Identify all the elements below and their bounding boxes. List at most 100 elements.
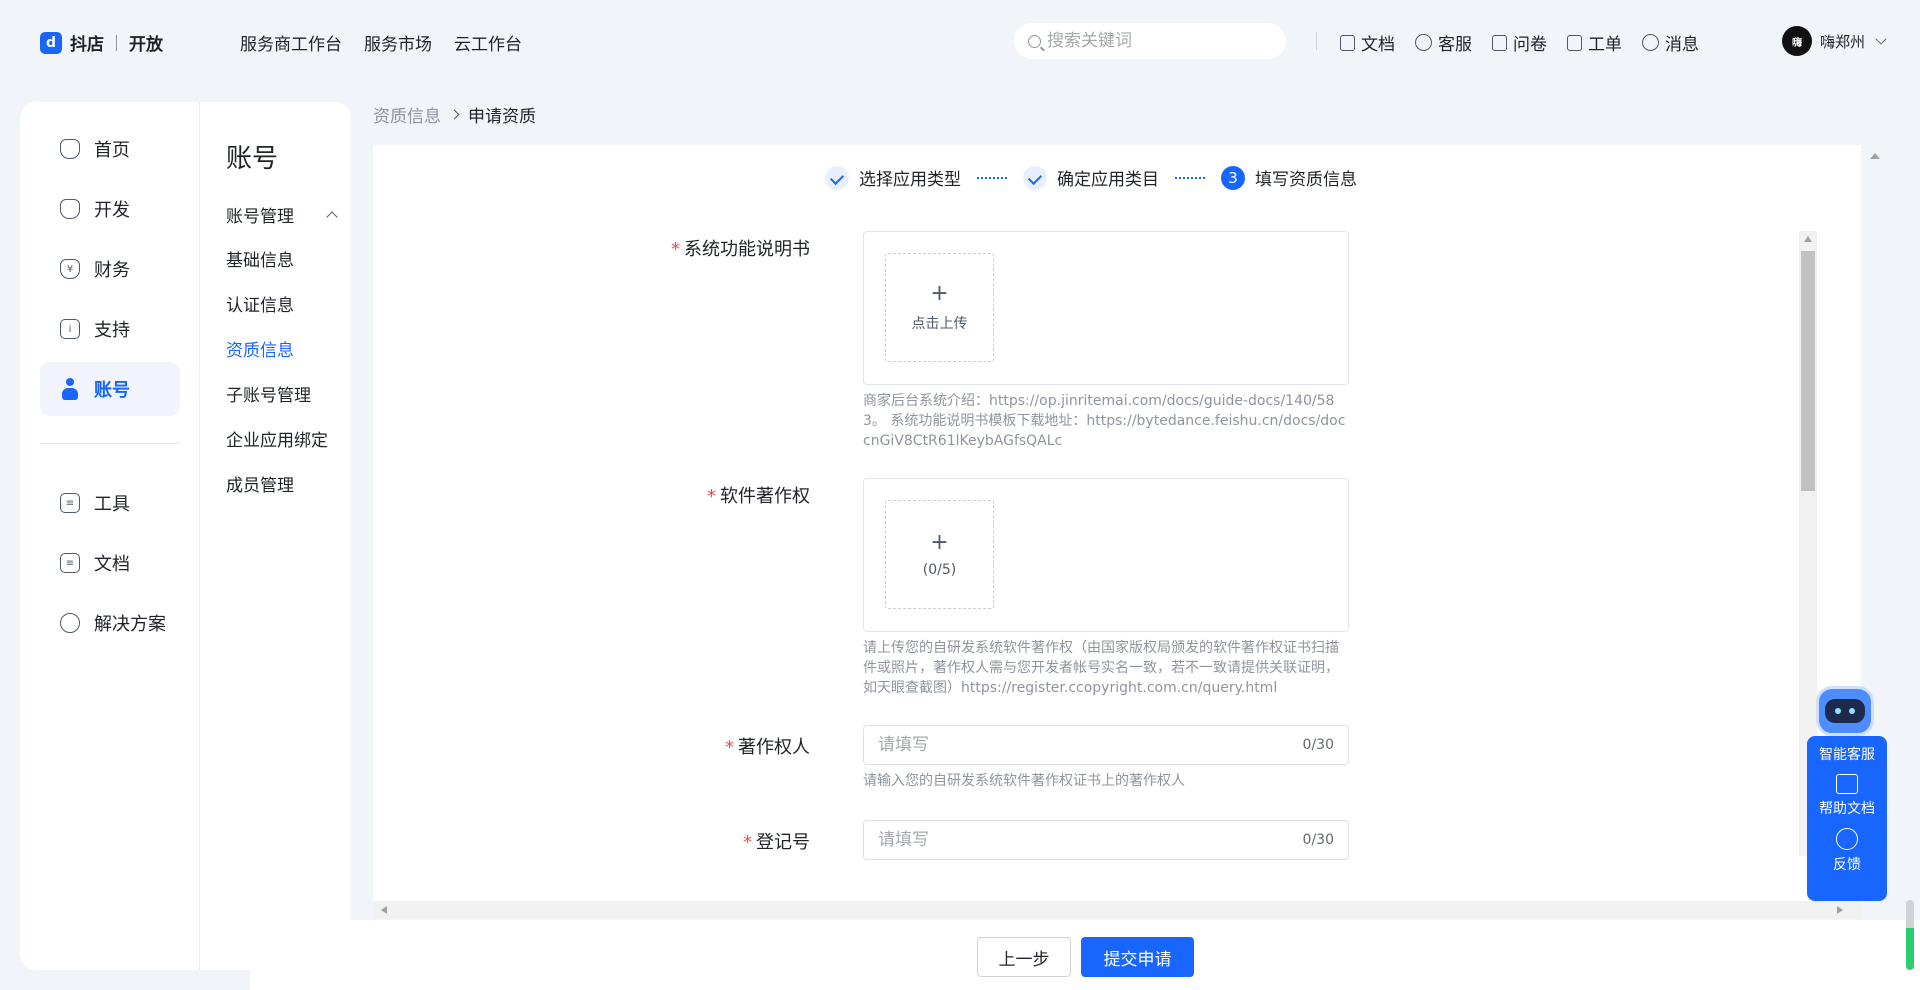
field-label: * 软件著作权 — [707, 482, 810, 508]
field-label-text: 登记号 — [756, 832, 810, 853]
scroll-up-arrow[interactable] — [1870, 153, 1880, 159]
tool-ticket[interactable]: 工单 — [1567, 30, 1622, 55]
tool-ticket-label: 工单 — [1588, 35, 1622, 55]
subnav-group-account-management[interactable]: 账号管理 — [226, 202, 338, 227]
step-label: 选择应用类型 — [859, 170, 961, 190]
check-icon — [825, 165, 849, 190]
tool-messages[interactable]: 消息 — [1642, 30, 1699, 55]
plus-icon: + — [930, 280, 949, 306]
sidebar-item-tools[interactable]: ≡ 工具 — [40, 476, 180, 530]
sidebar-item-solutions[interactable]: 解决方案 — [40, 596, 180, 650]
sidebar-item-label: 工具 — [94, 494, 130, 515]
subnav-title: 账号 — [226, 144, 279, 174]
sidebar-item-label: 解决方案 — [94, 614, 166, 635]
step-label: 填写资质信息 — [1255, 170, 1357, 190]
sidebar-item-home[interactable]: 首页 — [40, 122, 180, 176]
tool-survey[interactable]: 问卷 — [1492, 30, 1547, 55]
sidebar-item-finance[interactable]: ¥ 财务 — [40, 242, 180, 296]
required-mark: * — [743, 832, 752, 853]
smile-icon — [1836, 828, 1858, 850]
robot-eye — [1835, 708, 1841, 714]
help-widget: 智能客服 帮助文档 反馈 — [1807, 736, 1887, 901]
step-2: 确定应用类目 — [1023, 165, 1159, 190]
breadcrumb: 资质信息 申请资质 — [373, 102, 536, 127]
top-nav-item-cloud[interactable]: 云工作台 — [454, 30, 522, 55]
logo-subtitle: 开放 — [129, 35, 163, 55]
search-input[interactable] — [1047, 31, 1267, 51]
top-divider — [1316, 32, 1317, 50]
required-mark: * — [707, 486, 716, 507]
previous-step-button[interactable]: 上一步 — [977, 937, 1071, 977]
upload-count: (0/5) — [922, 561, 957, 578]
feedback-button[interactable]: 反馈 — [1833, 828, 1861, 874]
megaphone-icon — [1492, 34, 1507, 51]
logo[interactable]: d 抖店 开放 — [40, 30, 163, 55]
steps-indicator: 选择应用类型 确定应用类目 3 填写资质信息 — [825, 165, 1357, 190]
logo-text: 抖店 — [70, 35, 104, 55]
subnav-item-basic-info[interactable]: 基础信息 — [226, 246, 294, 271]
user-menu[interactable]: 嗨 嗨郑州 — [1782, 26, 1887, 56]
breadcrumb-current: 申请资质 — [468, 107, 536, 127]
robot-icon[interactable] — [1816, 686, 1874, 736]
field-label-text: 著作权人 — [738, 737, 810, 758]
field-label-text: 系统功能说明书 — [684, 239, 810, 260]
char-counter: 0/30 — [1302, 832, 1334, 848]
sidebar-item-docs[interactable]: ≡ 文档 — [40, 536, 180, 590]
user-name: 嗨郑州 — [1820, 32, 1866, 51]
tool-service[interactable]: 客服 — [1415, 30, 1472, 55]
top-nav: 服务商工作台 服务市场 云工作台 — [240, 30, 522, 55]
field-label-text: 软件著作权 — [720, 486, 810, 507]
subnav-item-enterprise-binding[interactable]: 企业应用绑定 — [226, 426, 328, 451]
copyright-owner-field[interactable]: 0/30 — [863, 725, 1349, 765]
page-scrollbar[interactable] — [1906, 900, 1914, 970]
sidebar-item-support[interactable]: i 支持 — [40, 302, 180, 356]
field-label: * 著作权人 — [725, 733, 810, 759]
robot-eye — [1849, 708, 1855, 714]
subnav-group-label: 账号管理 — [226, 207, 294, 227]
tool-docs[interactable]: 文档 — [1340, 30, 1395, 55]
copyright-owner-input[interactable] — [878, 735, 1303, 755]
search-icon — [1028, 34, 1041, 48]
chevron-down-icon — [1875, 33, 1887, 45]
required-mark: * — [671, 239, 680, 260]
form-footer: 上一步 提交申请 — [250, 920, 1920, 990]
smile-icon — [1415, 34, 1432, 51]
sidebar-item-label: 账号 — [94, 380, 130, 401]
scroll-left-arrow[interactable] — [381, 906, 387, 914]
subnav-item-members[interactable]: 成员管理 — [226, 471, 294, 496]
subnav-item-sub-accounts[interactable]: 子账号管理 — [226, 381, 311, 406]
char-counter: 0/30 — [1302, 737, 1334, 753]
sidebar-item-account[interactable]: 账号 — [40, 362, 180, 416]
breadcrumb-prev[interactable]: 资质信息 — [373, 102, 441, 127]
main-sidebar: 首页 开发 ¥ 财务 i 支持 账号 ≡ 工具 ≡ 文档 解决方案 — [20, 102, 200, 970]
help-docs-button[interactable]: 帮助文档 — [1819, 774, 1875, 818]
subnav-item-certification[interactable]: 认证信息 — [226, 291, 294, 316]
field-hint: 请输入您的自研发系统软件著作权证书上的著作权人 — [863, 773, 1185, 789]
sidebar-item-label: 文档 — [94, 554, 130, 575]
document-icon — [1340, 34, 1355, 51]
chevron-up-icon — [326, 210, 338, 223]
scroll-up-arrow[interactable] — [1804, 236, 1812, 242]
upload-button[interactable]: + (0/5) — [885, 500, 994, 609]
tool-docs-label: 文档 — [1361, 35, 1395, 55]
ticket-icon — [1567, 34, 1582, 51]
subnav-item-qualification[interactable]: 资质信息 — [226, 336, 294, 361]
sidebar-item-develop[interactable]: 开发 — [40, 182, 180, 236]
upload-button[interactable]: + 点击上传 — [885, 253, 994, 362]
help-widget-label: 反馈 — [1833, 857, 1861, 873]
field-hint: 商家后台系统介绍：https://op.jinritemai.com/docs/… — [863, 393, 1346, 449]
scrollbar-thumb[interactable] — [1801, 251, 1815, 491]
scroll-right-arrow[interactable] — [1837, 906, 1843, 914]
registration-number-input[interactable] — [878, 830, 1303, 850]
top-nav-item-workbench[interactable]: 服务商工作台 — [240, 30, 342, 55]
search-box[interactable] — [1014, 23, 1286, 59]
avatar[interactable]: 嗨 — [1782, 26, 1812, 56]
top-nav-item-market[interactable]: 服务市场 — [364, 30, 432, 55]
horizontal-scrollbar[interactable] — [373, 901, 1861, 919]
tool-messages-label: 消息 — [1665, 35, 1699, 55]
toolbox-icon: ≡ — [60, 493, 80, 513]
field-label: * 系统功能说明书 — [671, 235, 810, 261]
submit-button[interactable]: 提交申请 — [1081, 937, 1194, 977]
registration-number-field[interactable]: 0/30 — [863, 820, 1349, 860]
smart-service-button[interactable]: 智能客服 — [1819, 744, 1875, 764]
